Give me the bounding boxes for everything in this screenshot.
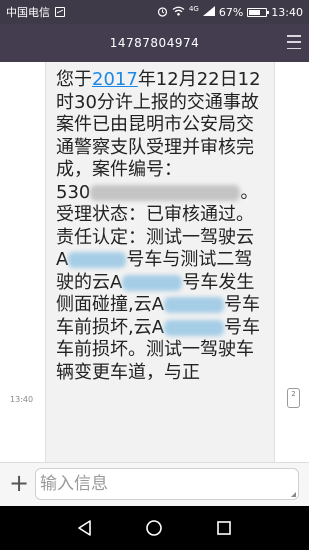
sim-card-icon: 2: [287, 388, 300, 408]
message-input[interactable]: 输入信息: [35, 468, 299, 500]
redacted-plate: [164, 297, 225, 313]
conversation-header: 14787804974: [0, 24, 309, 62]
wifi-icon: [172, 6, 185, 18]
redacted-plate: [164, 319, 225, 336]
signal-icon: [202, 6, 215, 18]
recents-icon[interactable]: [212, 516, 236, 540]
redacted-case-number: [90, 184, 241, 201]
composer-bar: + 输入信息: [0, 462, 309, 506]
home-icon[interactable]: [142, 516, 166, 540]
battery-percent: 67%: [218, 5, 244, 19]
contact-number: 14787804974: [109, 36, 200, 50]
redacted-plate: [68, 252, 127, 268]
network-type: 4G: [188, 5, 199, 13]
image-icon: [55, 7, 65, 17]
plus-icon[interactable]: +: [8, 471, 30, 495]
case-number-prefix: 530: [56, 181, 91, 203]
navigation-bar: [0, 506, 309, 550]
date-link[interactable]: 2017: [92, 69, 138, 90]
message-text: 您于: [56, 69, 92, 90]
status-time: 13:40: [271, 5, 303, 19]
alarm-icon: [157, 6, 168, 19]
message-time: 13:40: [10, 395, 34, 404]
case-number-suffix: 。: [240, 181, 259, 203]
status-bar: 中国电信 4G 67% 13:40: [0, 0, 309, 24]
message-list[interactable]: 您于2017年12月22日12时30分许上报的交通事故案件已由昆明市公安局交通警…: [0, 62, 309, 462]
sim-number: 2: [291, 390, 296, 398]
redacted-plate: [122, 274, 183, 291]
back-icon[interactable]: [73, 516, 97, 540]
message-bubble[interactable]: 您于2017年12月22日12时30分许上报的交通事故案件已由昆明市公安局交通警…: [45, 62, 275, 462]
battery-level: [249, 9, 261, 15]
menu-icon[interactable]: [287, 35, 301, 49]
acceptance-status: 受理状态：已审核通过。: [56, 204, 254, 225]
carrier-label: 中国电信: [6, 6, 50, 19]
battery-icon: [247, 7, 270, 17]
